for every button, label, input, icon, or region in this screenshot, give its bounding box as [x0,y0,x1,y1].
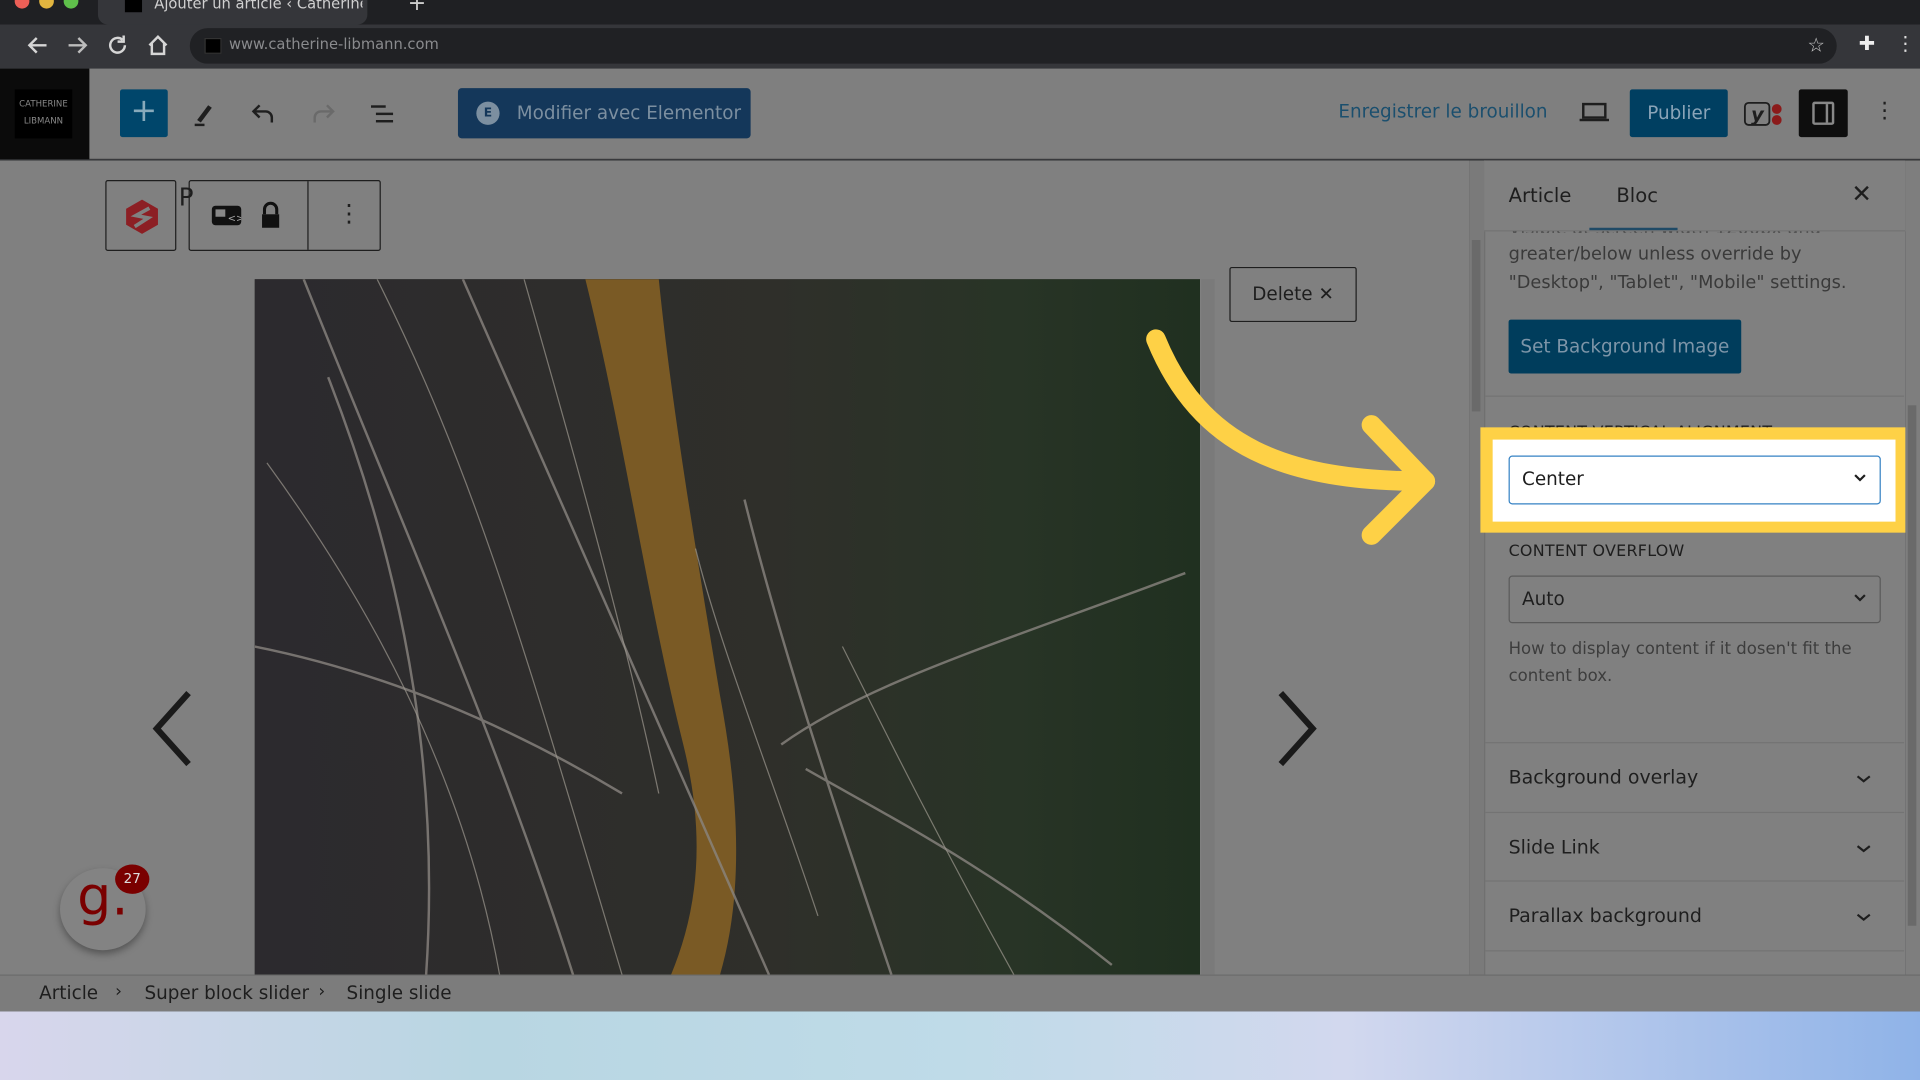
site-logo[interactable]: CATHERINE LIBMANN [0,68,90,160]
accordion-slide-link[interactable]: Slide Link [1485,811,1905,882]
visibility-help-line-2: "Desktop", "Tablet", "Mobile" settings. [1508,273,1847,293]
edit-with-elementor-button[interactable]: E Modifier avec Elementor [457,88,751,139]
chevron-down-icon [1854,474,1866,482]
preview-laptop-icon[interactable] [1578,100,1610,124]
overflow-help-line-2: content box. [1508,666,1613,686]
more-options-icon[interactable]: ⋮ [1873,98,1895,124]
canvas-scrollbar-thumb[interactable] [1471,240,1481,412]
slider-next-arrow[interactable] [1273,686,1322,772]
sidebar-scrollbar-thumb[interactable] [1907,405,1917,926]
overflow-help-line-1: How to display content if it dosen't fit… [1508,639,1852,659]
breadcrumb-single-slide[interactable]: Single slide [347,982,452,1004]
chevron-down-icon [1856,775,1871,783]
breadcrumb-separator: › [115,982,122,1002]
chevron-down-icon [1856,913,1871,922]
image-code-icon[interactable]: <> [211,205,244,226]
browser-tab[interactable]: Ajouter un article ‹ Catherine Libm [97,0,368,25]
redo-icon[interactable] [305,96,342,133]
url-text: www.catherine-libmann.com [228,35,439,53]
elementor-label: Modifier avec Elementor [516,101,742,124]
screen: Ajouter un article ‹ Catherine Libm + ww… [0,0,1920,1080]
site-favicon [204,37,222,54]
desktop-wallpaper [0,1011,1920,1080]
undo-icon[interactable] [245,96,282,133]
extensions-icon[interactable]: ✚ [1859,32,1875,55]
section-divider [1485,950,1905,952]
accordion-label: Background overlay [1508,766,1699,789]
toolbar-divider [307,181,309,250]
reload-icon[interactable] [104,32,131,59]
star-icon[interactable]: ☆ [1807,33,1825,56]
block-options-icon[interactable]: ⋮ [337,198,361,227]
block-controls-group: <> ⋮ [188,180,381,252]
breadcrumb-article[interactable]: Article [39,982,98,1004]
delete-slide-button[interactable]: Delete ✕ [1229,266,1357,323]
back-arrow-icon[interactable] [24,32,51,59]
annotation-arrow [1146,329,1436,545]
list-view-icon[interactable] [365,96,402,133]
logo-line-2: LIBMANN [23,116,64,127]
settings-sidebar-toggle[interactable] [1798,89,1848,138]
content-overflow-select[interactable]: Auto [1508,575,1881,624]
tab-article[interactable]: Article [1509,184,1572,207]
publish-button[interactable]: Publier [1629,89,1728,138]
svg-text:y: y [1751,103,1765,126]
svg-text:<>: <> [228,214,241,225]
elementor-icon: E [476,101,500,125]
add-block-button[interactable]: + [120,89,168,138]
close-icon: ✕ [1318,282,1334,305]
chevron-down-icon [1856,845,1871,853]
new-tab-button[interactable]: + [408,0,426,16]
tab-bloc[interactable]: Bloc [1616,184,1658,207]
section-divider [1485,395,1905,397]
home-icon[interactable] [144,32,171,59]
vertical-alignment-select[interactable]: Center [1508,455,1881,505]
content-overflow-label: CONTENT OVERFLOW [1508,542,1685,561]
block-toolbar: P <> ⋮ [105,180,381,252]
vertical-alignment-value: Center [1522,467,1584,490]
slider-prev-arrow[interactable] [147,686,196,772]
breadcrumb-super-block-slider[interactable]: Super block slider [144,982,309,1004]
close-sidebar-icon[interactable]: ✕ [1851,179,1872,208]
menu-icon[interactable]: ⋮ [1896,32,1916,55]
chevron-down-icon [1854,594,1866,602]
sidebar-panel-icon [1812,101,1835,125]
tab-title: Ajouter un article ‹ Catherine Libm [154,0,363,13]
block-type-button[interactable] [105,180,177,252]
chevron-left-icon [152,691,191,767]
save-draft-button[interactable]: Enregistrer le brouillon [1338,100,1547,122]
notification-count: 27 [115,864,150,894]
accordion-label: Slide Link [1508,836,1600,859]
forward-arrow-icon[interactable] [64,32,91,59]
super-block-slider-icon [126,199,158,234]
set-background-image-button[interactable]: Set Background Image [1508,319,1742,374]
edit-pencil-icon[interactable] [185,96,222,133]
active-tab-indicator [1589,227,1678,231]
visibility-help-line-1: greater/below unless override by [1508,244,1802,265]
accordion-parallax-background[interactable]: Parallax background [1485,880,1905,950]
chevron-right-icon [1278,691,1317,767]
accordion-background-overlay[interactable]: Background overlay [1485,742,1905,812]
yoast-seo-icon[interactable]: y [1742,98,1784,130]
logo-line-1: CATHERINE [19,99,68,109]
site-favicon [124,0,143,13]
accordion-label: Parallax background [1508,904,1702,927]
canvas-scrollbar[interactable] [1469,160,1485,975]
grammarly-badge[interactable]: g. 27 [60,864,150,951]
content-overflow-value: Auto [1522,587,1565,610]
delete-label: Delete [1252,282,1313,305]
lock-icon[interactable] [258,201,282,235]
address-bar[interactable]: www.catherine-libmann.com [189,28,1837,64]
breadcrumb-separator: › [318,982,326,1002]
slide-background-image [254,279,1201,975]
sidebar-scrollbar[interactable] [1905,160,1920,975]
